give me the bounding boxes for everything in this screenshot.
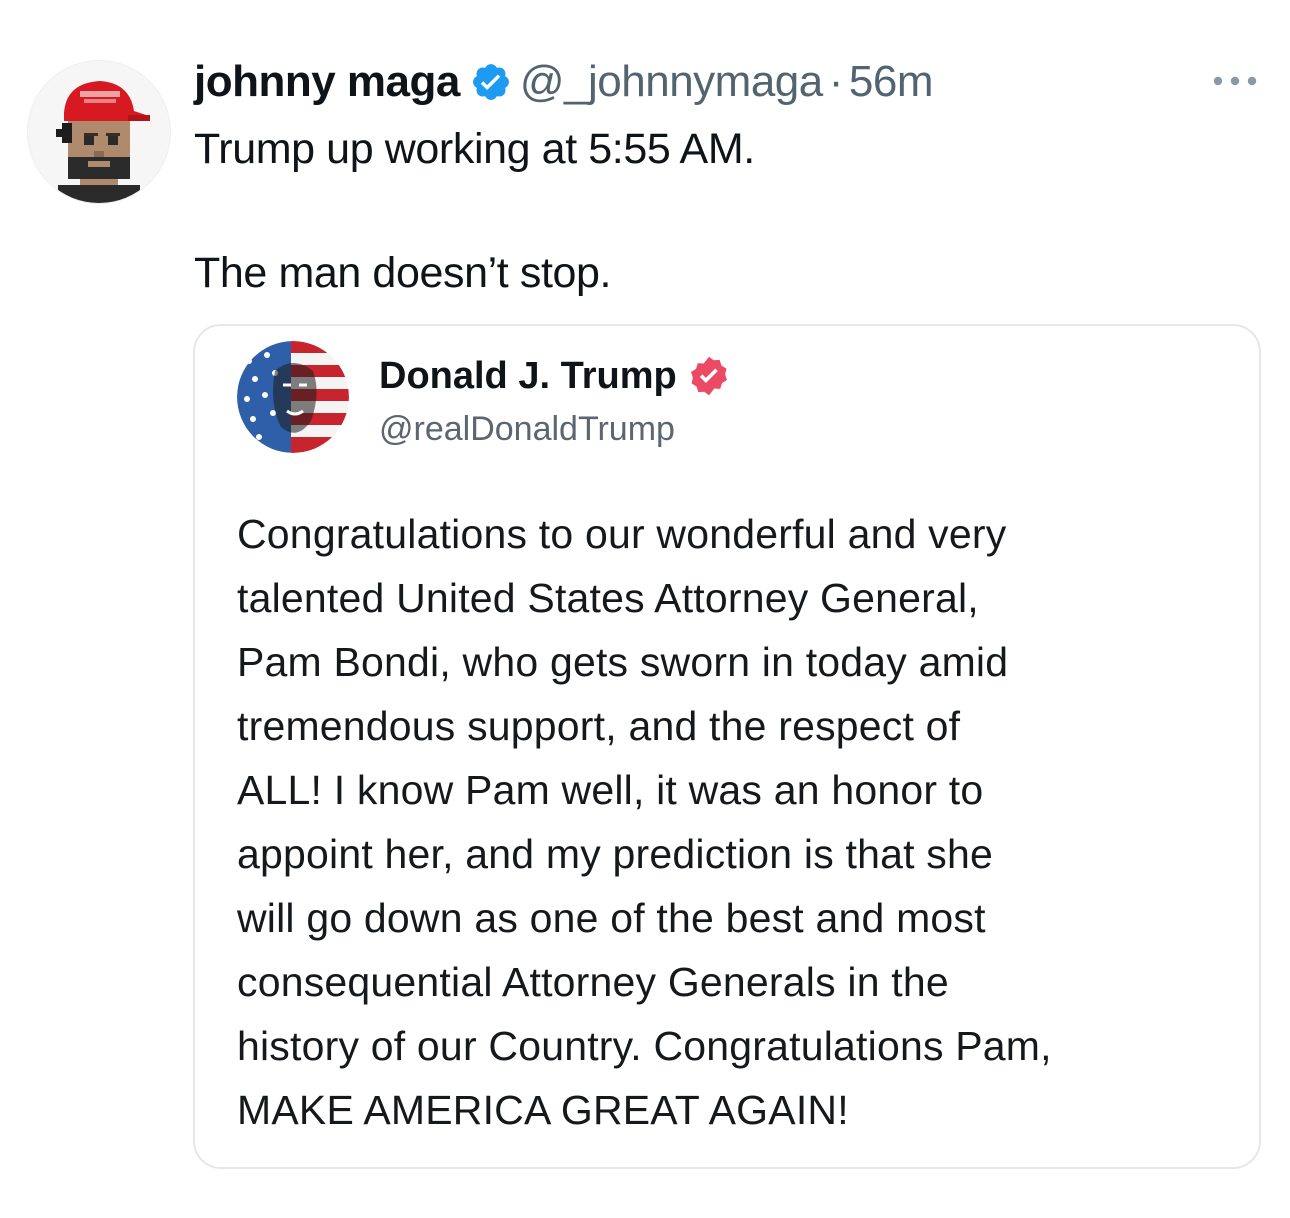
tweet-text-line: Trump up working at 5:55 AM. bbox=[194, 125, 755, 173]
verified-badge-icon bbox=[470, 61, 512, 103]
more-options-button[interactable] bbox=[1210, 70, 1260, 92]
quoted-text-line: Pam Bondi, who gets sworn in today amid bbox=[237, 639, 1009, 685]
quoted-post-card[interactable]: Donald J. Trump @realDonaldTrump Congrat… bbox=[193, 324, 1261, 1169]
truth-verified-badge-icon bbox=[687, 354, 731, 398]
quoted-text-line: appoint her, and my prediction is that s… bbox=[237, 831, 993, 877]
tweet-header: johnny maga @_johnnymaga · 56m bbox=[194, 52, 933, 112]
flag-portrait-avatar-icon bbox=[237, 341, 349, 453]
tweet-text-line: The man doesn’t stop. bbox=[194, 249, 612, 297]
quoted-text-line: history of our Country. Congratulations … bbox=[237, 1023, 1052, 1069]
quoted-text-line: Congratulations to our wonderful and ver… bbox=[237, 511, 1007, 557]
quoted-author-name-row: Donald J. Trump bbox=[379, 354, 731, 398]
quoted-text-line: ALL! I know Pam well, it was an honor to bbox=[237, 767, 984, 813]
quoted-author-handle[interactable]: @realDonaldTrump bbox=[379, 410, 675, 449]
quoted-text-line: consequential Attorney Generals in the bbox=[237, 959, 949, 1005]
quoted-text-line: will go down as one of the best and most bbox=[237, 895, 986, 941]
author-avatar[interactable] bbox=[27, 60, 171, 204]
more-options-icon bbox=[1213, 76, 1257, 86]
pixel-avatar-icon bbox=[28, 61, 170, 203]
separator-dot: · bbox=[828, 57, 844, 106]
tweet: johnny maga @_johnnymaga · 56m Trump up … bbox=[0, 0, 1290, 1218]
tweet-timestamp[interactable]: 56m bbox=[849, 57, 934, 107]
author-display-name[interactable]: johnny maga bbox=[194, 57, 460, 107]
quoted-text-line: MAKE AMERICA GREAT AGAIN! bbox=[237, 1087, 849, 1133]
quoted-text-line: tremendous support, and the respect of bbox=[237, 703, 961, 749]
author-handle[interactable]: @_johnnymaga bbox=[520, 57, 823, 107]
tweet-text: Trump up working at 5:55 AM. The man doe… bbox=[194, 118, 1234, 304]
quoted-author-avatar[interactable] bbox=[237, 341, 349, 453]
quoted-post-text: Congratulations to our wonderful and ver… bbox=[237, 502, 1237, 1142]
quoted-text-line: talented United States Attorney General, bbox=[237, 575, 979, 621]
quoted-author-display-name[interactable]: Donald J. Trump bbox=[379, 355, 677, 398]
